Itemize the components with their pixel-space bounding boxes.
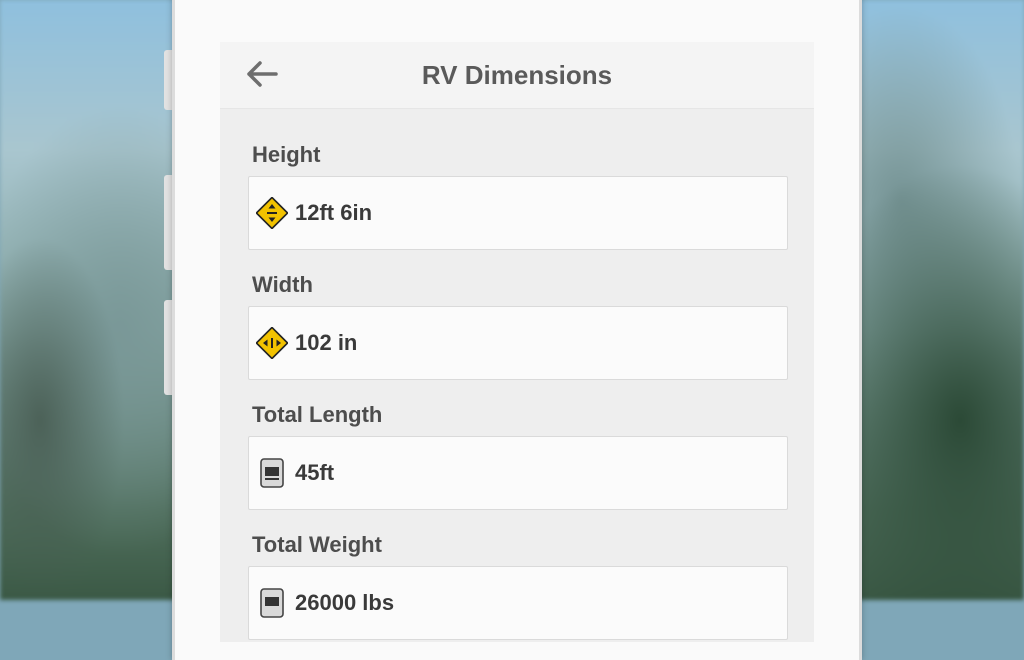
- weight-sign-icon: [255, 586, 289, 620]
- width-field[interactable]: 102 in: [248, 306, 788, 380]
- total-weight-label: Total Weight: [252, 532, 382, 557]
- app-screen: RV Dimensions Height 12ft 6in Width 102 …: [220, 42, 814, 642]
- page-title: RV Dimensions: [421, 60, 613, 90]
- height-warning-sign-icon: [255, 196, 289, 230]
- width-label: Width: [252, 272, 313, 297]
- total-length-field[interactable]: 45ft: [248, 436, 788, 510]
- phone-volume-button: [164, 300, 172, 395]
- total-length-section: Total Length 45ft: [248, 402, 788, 510]
- height-value: 12ft 6in: [295, 200, 373, 225]
- total-weight-section: Total Weight 26000 lbs: [248, 532, 788, 640]
- width-warning-sign-icon: [255, 326, 289, 360]
- total-length-label: Total Length: [252, 402, 383, 427]
- width-value: 102 in: [295, 330, 358, 355]
- app-header: RV Dimensions: [220, 42, 814, 109]
- width-section: Width 102 in: [248, 272, 788, 380]
- total-length-value: 45ft: [295, 460, 335, 485]
- phone-volume-button: [164, 175, 172, 270]
- height-label: Height: [252, 142, 321, 167]
- height-section: Height 12ft 6in: [248, 142, 788, 250]
- length-sign-icon: [255, 456, 289, 490]
- total-weight-field[interactable]: 26000 lbs: [248, 566, 788, 640]
- phone-side-button: [164, 50, 172, 110]
- height-field[interactable]: 12ft 6in: [248, 176, 788, 250]
- total-weight-value: 26000 lbs: [295, 590, 395, 615]
